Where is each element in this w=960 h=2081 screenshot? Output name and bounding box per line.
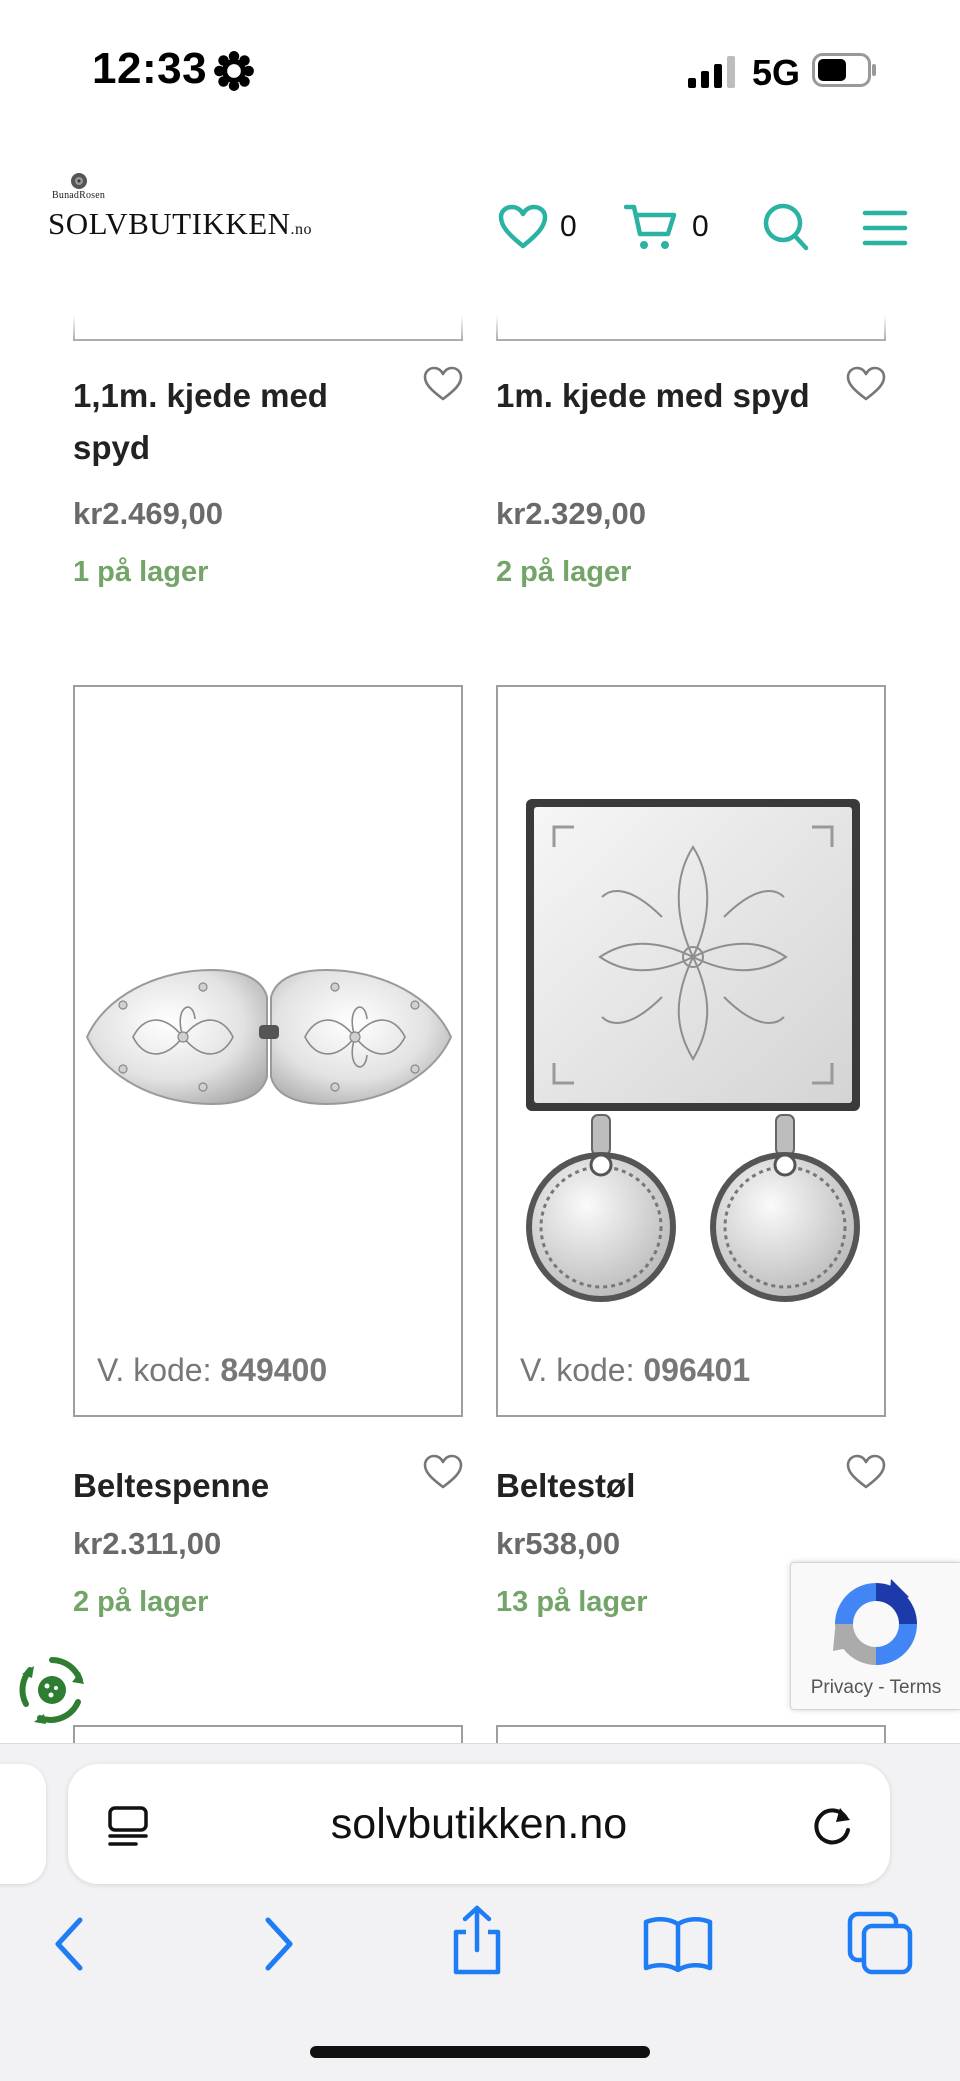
add-to-wishlist-heart-icon[interactable] — [846, 366, 886, 402]
cart-icon[interactable] — [624, 202, 678, 252]
hamburger-menu-icon[interactable] — [862, 208, 908, 248]
stock-status: 2 på lager — [73, 1586, 209, 1618]
recaptcha-links: Privacy - Terms — [810, 1677, 942, 1698]
stock-status: 1 på lager — [73, 556, 209, 588]
logo-wordmark: SOLVBUTIKKEN.no — [48, 206, 313, 241]
battery-icon — [812, 53, 876, 87]
network-type: 5G — [752, 52, 801, 93]
recaptcha-privacy-link[interactable]: Privacy — [811, 1677, 873, 1698]
belt-buckle-image — [85, 969, 453, 1105]
home-indicator[interactable] — [310, 2046, 650, 2058]
product-card: Beltespenne kr2.311,00 2 på lager — [73, 1454, 463, 1618]
product-price: kr2.469,00 — [73, 496, 223, 531]
add-to-wishlist-heart-icon[interactable] — [846, 1454, 886, 1490]
wishlist-count: 0 — [560, 210, 577, 243]
product-image-frame[interactable] — [73, 1725, 463, 1743]
product-image-frame[interactable] — [496, 315, 886, 341]
bookmarks-book-icon[interactable] — [642, 1914, 714, 1974]
product-title[interactable]: 1m. kjede med spyd — [496, 370, 826, 422]
logo-subtitle: BunadRosen — [52, 190, 106, 201]
product-card: 1m. kjede med spyd kr2.329,00 2 på lager — [496, 366, 886, 588]
add-to-wishlist-heart-icon[interactable] — [423, 1454, 463, 1490]
recaptcha-badge[interactable]: Privacy - Terms — [790, 1562, 960, 1710]
vkode-label: V. kode: 849400 — [97, 1352, 328, 1388]
product-title[interactable]: 1,1m. kjede med spyd — [73, 370, 403, 474]
reload-icon[interactable] — [810, 1802, 856, 1848]
product-title[interactable]: Beltespenne — [73, 1460, 403, 1512]
product-image-frame[interactable] — [73, 315, 463, 341]
cookie-settings-icon[interactable] — [14, 1652, 90, 1728]
product-image-frame[interactable]: V. kode: 096401 — [496, 685, 886, 1417]
recaptcha-logo-icon — [833, 1579, 917, 1665]
share-icon[interactable] — [448, 1904, 506, 1978]
site-logo[interactable]: BunadRosen SOLVBUTIKKEN.no — [48, 170, 318, 241]
vkode-label: V. kode: 096401 — [520, 1352, 751, 1388]
site-header: BunadRosen SOLVBUTIKKEN.no 0 0 — [0, 140, 960, 315]
back-chevron-icon[interactable] — [50, 1914, 90, 1974]
url-text: solvbutikken.no — [330, 1800, 628, 1848]
product-card: 1,1m. kjede med spyd kr2.469,00 1 på lag… — [73, 366, 463, 588]
product-price: kr2.311,00 — [73, 1526, 222, 1561]
previous-tab-peek[interactable] — [0, 1764, 46, 1884]
settings-gear-icon — [214, 51, 254, 91]
add-to-wishlist-heart-icon[interactable] — [423, 366, 463, 402]
product-image-frame[interactable]: V. kode: 849400 — [73, 685, 463, 1417]
cellular-signal-icon — [688, 56, 735, 88]
stock-status: 2 på lager — [496, 556, 632, 588]
cart-count: 0 — [692, 210, 709, 243]
product-title[interactable]: Beltestøl — [496, 1460, 826, 1512]
tabs-overview-icon[interactable] — [846, 1910, 914, 1976]
address-bar[interactable]: solvbutikken.no — [68, 1764, 890, 1884]
product-grid: 1,1m. kjede med spyd kr2.469,00 1 på lag… — [0, 315, 960, 1743]
status-time: 12:33 — [92, 44, 208, 93]
forward-chevron-icon[interactable] — [258, 1914, 298, 1974]
stock-status: 13 på lager — [496, 1586, 648, 1618]
belt-pendant-image — [526, 799, 860, 1302]
search-icon[interactable] — [762, 202, 810, 252]
recaptcha-terms-link[interactable]: Terms — [890, 1677, 942, 1698]
product-price: kr538,00 — [496, 1526, 621, 1561]
rose-logo-icon — [71, 173, 87, 189]
status-bar: 12:33 5G — [0, 0, 960, 140]
browser-toolbar: solvbutikken.no — [0, 1743, 960, 2081]
wishlist-heart-icon[interactable] — [498, 204, 548, 250]
product-price: kr2.329,00 — [496, 496, 646, 531]
product-image-frame[interactable] — [496, 1725, 886, 1743]
